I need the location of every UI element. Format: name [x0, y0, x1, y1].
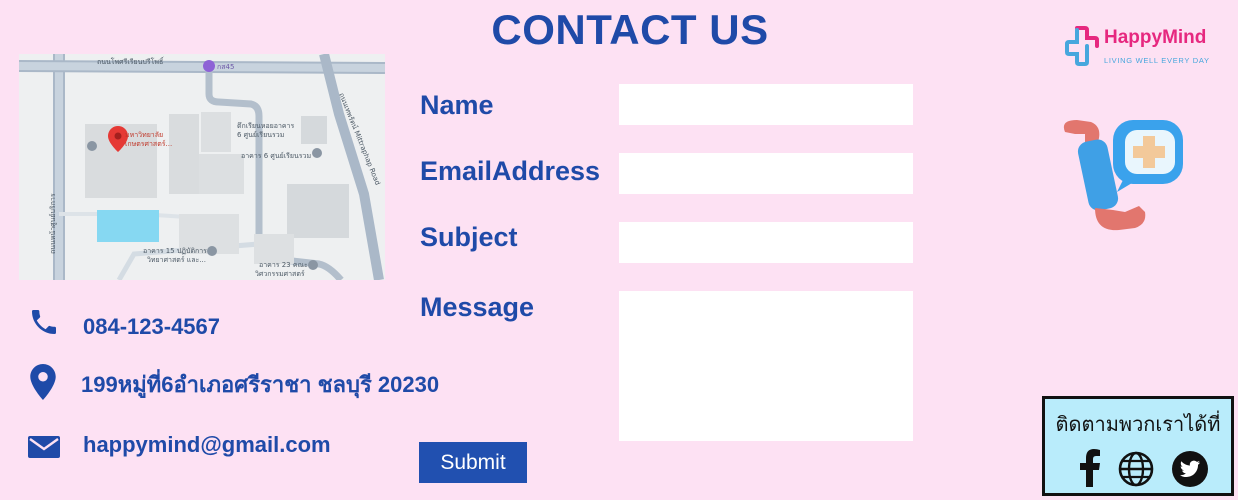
twitter-icon[interactable]	[1171, 450, 1209, 488]
facebook-icon[interactable]	[1079, 449, 1101, 487]
page-title: CONTACT US	[491, 6, 769, 53]
social-follow-label: ติดตามพวกเราได้ที่	[1055, 414, 1221, 436]
brand-tagline: LIVING WELL EVERY DAY	[1104, 56, 1210, 65]
submit-button[interactable]: Submit	[419, 442, 527, 483]
map-road-left: ถนนหน้าศูนย์บริการ	[49, 193, 57, 254]
social-follow-box: ติดตามพวกเราได้ที่	[1042, 396, 1234, 496]
location-pin-icon	[30, 364, 56, 400]
subject-label: Subject	[420, 222, 518, 252]
location-map[interactable]: กส45 ถนนโพศรีเรียนปรีโพธิ์ มหาวิทยาลัย เ…	[19, 54, 385, 280]
brand-name: HappyMind	[1104, 27, 1207, 48]
phone-number[interactable]: 084-123-4567	[83, 314, 220, 340]
name-input[interactable]	[619, 84, 913, 125]
email-address[interactable]: happymind@gmail.com	[83, 432, 331, 458]
map-building-4: อาคาร 23 คณะ	[259, 261, 308, 269]
email-input[interactable]	[619, 153, 913, 194]
map-building-1b: 6 ศูนย์เรียนรวม	[237, 131, 284, 139]
globe-icon[interactable]	[1117, 450, 1155, 488]
map-building-3b: วิทยาศาสตร์ และ...	[147, 256, 206, 264]
map-road-top: ถนนโพศรีเรียนปรีโพธิ์	[97, 56, 165, 66]
map-graphic: กส45 ถนนโพศรีเรียนปรีโพธิ์ มหาวิทยาลัย เ…	[19, 54, 385, 280]
name-label: Name	[420, 90, 494, 120]
message-label: Message	[420, 292, 535, 322]
brand-cross-icon	[1065, 26, 1099, 66]
map-route-badge: กส45	[217, 63, 234, 71]
map-university-label-2: เกษตรศาสตร์...	[125, 140, 172, 148]
map-building-2: อาคาร 6 ศูนย์เรียนรวม	[241, 152, 311, 160]
message-textarea[interactable]	[619, 291, 913, 441]
map-building-3: อาคาร 15 ปฏิบัติการ	[143, 247, 207, 255]
medical-chat-illustration-icon	[1063, 120, 1183, 231]
map-university-label: มหาวิทยาลัย	[125, 131, 163, 139]
phone-icon	[32, 310, 56, 334]
brand-logo[interactable]: HappyMind LIVING WELL EVERY DAY	[1064, 24, 1224, 70]
map-building-4b: วิศวกรรมศาสตร์	[255, 270, 305, 278]
mail-icon	[28, 436, 60, 458]
map-building-1: ตึกเรียนหอยอาคาร	[237, 121, 294, 130]
subject-input[interactable]	[619, 222, 913, 263]
address-text: 199หมู่ที่6อำเภอศรีราชา ชลบุรี 20230	[81, 372, 440, 397]
email-label: EmailAddress	[420, 156, 601, 186]
